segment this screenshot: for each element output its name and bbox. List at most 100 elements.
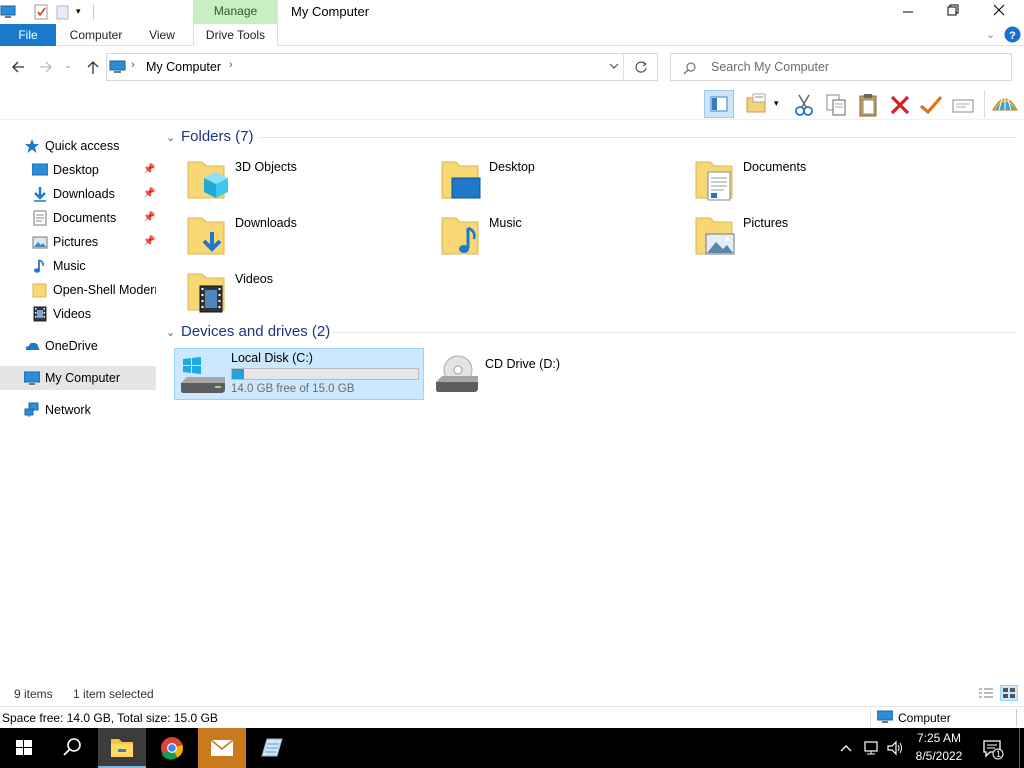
refresh-button[interactable] xyxy=(633,59,649,75)
folder-tile-desktop[interactable]: Desktop xyxy=(432,154,682,206)
address-field[interactable]: › My Computer › xyxy=(106,53,658,81)
drive-tile-cd-drive-d[interactable]: CD Drive (D:) xyxy=(428,348,678,400)
nav-item-desktop[interactable]: Desktop 📌 xyxy=(0,158,156,182)
delete-button[interactable] xyxy=(888,92,912,118)
nav-quick-access[interactable]: Quick access xyxy=(0,134,156,158)
tab-drive-tools[interactable]: Drive Tools xyxy=(193,24,278,46)
drive-tile-local-disk-c[interactable]: Local Disk (C:) 14.0 GB free of 15.0 GB xyxy=(174,348,424,400)
properties-quick-icon[interactable] xyxy=(33,3,49,21)
computer-icon[interactable] xyxy=(0,4,18,20)
nav-item-videos[interactable]: Videos xyxy=(0,302,156,326)
group-title: Devices and drives (2) xyxy=(181,323,331,340)
tab-file[interactable]: File xyxy=(0,24,56,46)
nav-item-downloads[interactable]: Downloads 📌 xyxy=(0,182,156,206)
pin-icon[interactable]: 📌 xyxy=(143,206,155,230)
file-explorer-icon xyxy=(111,739,133,757)
quick-access-dropdown-icon[interactable]: ▾ xyxy=(76,6,86,18)
copy-button[interactable] xyxy=(824,92,848,118)
clock-date[interactable]: 8/5/2022 xyxy=(908,749,970,763)
search-button[interactable] xyxy=(48,728,96,768)
pin-icon[interactable]: 📌 xyxy=(143,182,155,206)
navigation-pane-button[interactable] xyxy=(704,90,734,118)
tiles-view-button[interactable] xyxy=(1000,685,1018,701)
group-title: Folders (7) xyxy=(181,128,254,145)
nav-item-my-computer[interactable]: My Computer xyxy=(0,366,156,390)
pin-icon[interactable]: 📌 xyxy=(143,158,155,182)
drive-usage-bar xyxy=(231,368,419,380)
search-icon xyxy=(683,61,697,75)
downloads-icon xyxy=(32,186,48,202)
breadcrumb-chevron-icon[interactable]: › xyxy=(229,59,233,71)
close-icon xyxy=(993,4,1005,16)
folder-tile-downloads[interactable]: Downloads xyxy=(178,210,428,262)
minimize-button[interactable] xyxy=(884,0,930,24)
folder-tile-pictures[interactable]: Pictures xyxy=(686,210,936,262)
tab-computer[interactable]: Computer xyxy=(58,24,134,46)
folder-tile-documents[interactable]: Documents xyxy=(686,154,936,206)
chrome-taskbar-button[interactable] xyxy=(148,728,196,768)
email-button[interactable] xyxy=(950,92,976,118)
forward-button[interactable] xyxy=(36,57,56,77)
show-desktop-button[interactable] xyxy=(1019,728,1024,768)
folders-group-header[interactable]: ⌄ Folders (7) xyxy=(166,126,254,148)
start-button[interactable] xyxy=(0,728,48,768)
folder-tile-3d-objects[interactable]: 3D Objects xyxy=(178,154,428,206)
action-center-button[interactable]: 1 xyxy=(982,738,1004,760)
folder-options-dropdown-icon[interactable]: ▾ xyxy=(774,98,784,108)
breadcrumb[interactable]: My Computer xyxy=(146,60,221,74)
documents-folder-icon xyxy=(694,158,736,202)
cut-button[interactable] xyxy=(792,92,816,118)
breadcrumb-chevron-icon: › xyxy=(131,59,135,71)
open-shell-settings-button[interactable] xyxy=(990,90,1020,118)
group-divider xyxy=(332,332,1016,333)
content-pane: ⌄ Folders (7) 3D Objects Desktop Document… xyxy=(160,120,1024,680)
drive-free-space: 14.0 GB free of 15.0 GB xyxy=(231,383,355,395)
search-box[interactable]: Search My Computer xyxy=(670,53,1012,81)
desktop-folder-icon xyxy=(440,158,482,202)
expand-ribbon-icon[interactable]: ⌄ xyxy=(986,28,998,42)
tab-view[interactable]: View xyxy=(136,24,188,46)
space-info: Space free: 14.0 GB, Total size: 15.0 GB xyxy=(2,711,218,725)
cut-icon xyxy=(795,94,813,116)
folder-options-button[interactable] xyxy=(744,92,770,118)
help-button[interactable]: ? xyxy=(1004,26,1021,43)
folder-tile-music[interactable]: Music xyxy=(432,210,682,262)
clock-time[interactable]: 7:25 AM xyxy=(908,731,970,745)
folder-tile-videos[interactable]: Videos xyxy=(178,266,428,318)
folder-label: Videos xyxy=(235,272,273,286)
address-dropdown-button[interactable] xyxy=(607,59,621,73)
manage-contextual-tab[interactable]: Manage xyxy=(193,0,278,24)
paste-button[interactable] xyxy=(856,92,880,118)
nav-item-network[interactable]: Network xyxy=(0,398,156,422)
nav-item-pictures[interactable]: Pictures 📌 xyxy=(0,230,156,254)
folder-icon xyxy=(32,282,48,298)
drives-group-header[interactable]: ⌄ Devices and drives (2) xyxy=(166,321,330,343)
computer-icon xyxy=(109,59,127,75)
app-taskbar-button[interactable] xyxy=(248,728,296,768)
volume-tray-button[interactable] xyxy=(886,739,904,757)
file-explorer-taskbar-button[interactable] xyxy=(98,728,146,768)
ribbon-tabs: File Computer View Drive Tools ⌄ ? xyxy=(0,24,1024,46)
pin-icon[interactable]: 📌 xyxy=(143,230,155,254)
up-arrow-icon xyxy=(87,61,99,74)
mail-taskbar-button[interactable] xyxy=(198,728,246,768)
recent-locations-icon[interactable]: ⌄ xyxy=(64,60,78,74)
resize-grip[interactable] xyxy=(1016,709,1017,727)
nav-label: Music xyxy=(53,259,86,273)
nav-label: Videos xyxy=(53,307,91,321)
nav-item-music[interactable]: Music xyxy=(0,254,156,278)
new-folder-quick-icon[interactable] xyxy=(56,4,70,20)
nav-item-open-shell-modern[interactable]: Open-Shell Modern xyxy=(0,278,156,302)
up-button[interactable] xyxy=(83,57,103,77)
search-input[interactable]: Search My Computer xyxy=(711,60,829,74)
drive-label: CD Drive (D:) xyxy=(485,357,560,371)
back-button[interactable] xyxy=(8,57,28,77)
restore-button[interactable] xyxy=(930,0,976,24)
close-button[interactable] xyxy=(976,0,1022,24)
show-hidden-icons-button[interactable] xyxy=(838,740,854,756)
nav-item-onedrive[interactable]: OneDrive xyxy=(0,334,156,358)
properties-button[interactable] xyxy=(918,92,944,118)
details-view-button[interactable] xyxy=(978,686,994,700)
network-tray-button[interactable] xyxy=(862,739,880,757)
nav-item-documents[interactable]: Documents 📌 xyxy=(0,206,156,230)
